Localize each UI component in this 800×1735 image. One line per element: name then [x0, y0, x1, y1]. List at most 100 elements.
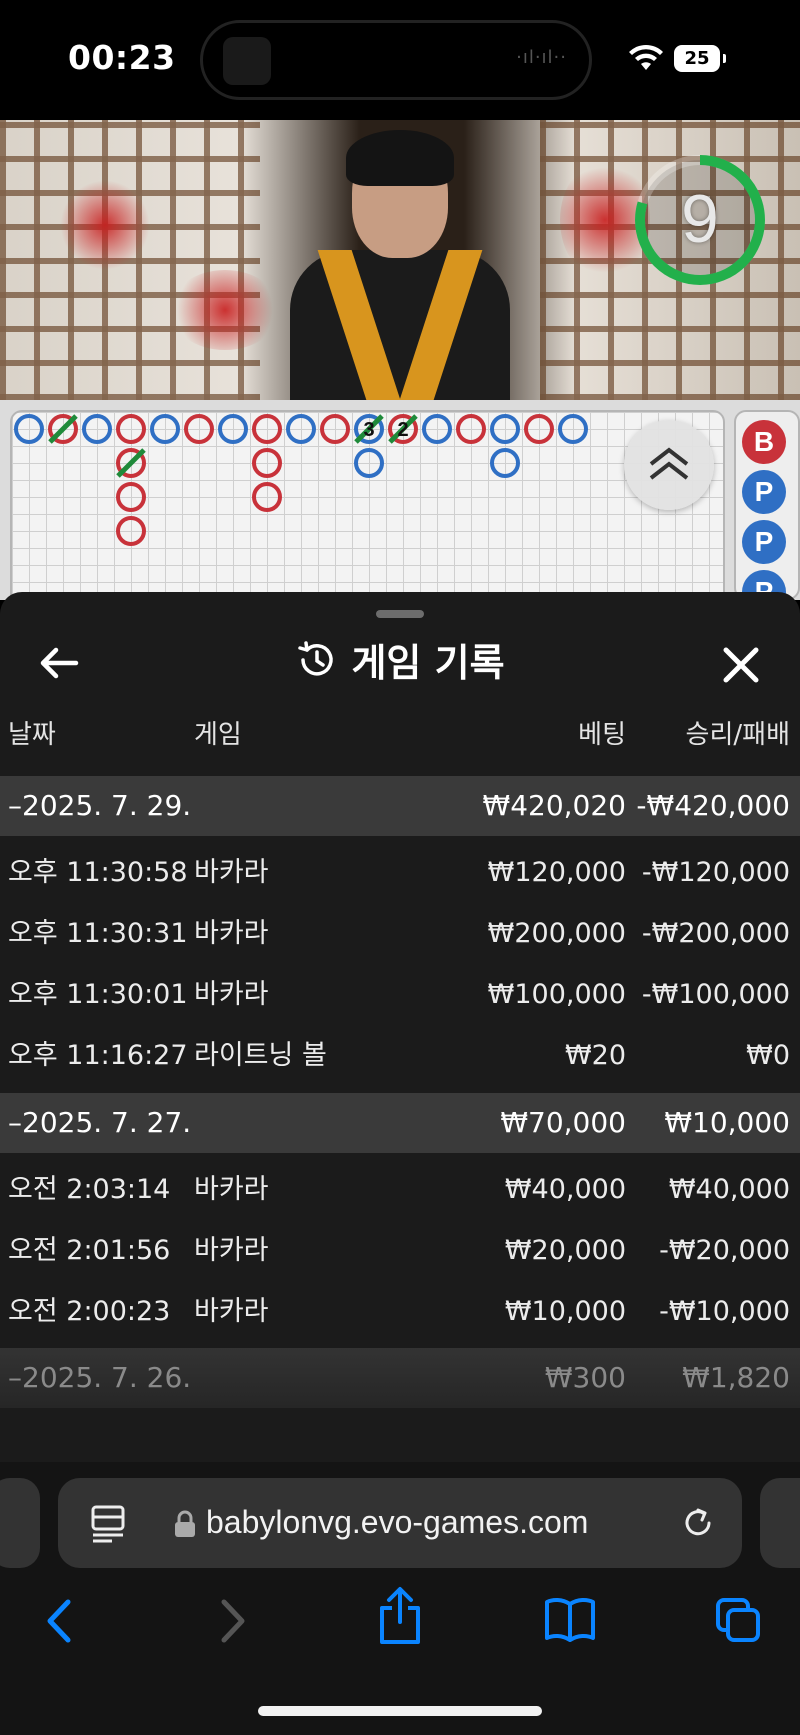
sheet-grabber[interactable] — [376, 610, 424, 618]
row-game: 바카라 — [194, 1174, 269, 1205]
player-bead — [14, 414, 44, 444]
activity-dots-icon: ·ıl·ıl·· — [516, 47, 567, 68]
row-time: 오전 2:03:14 — [8, 1174, 171, 1205]
row-game: 라이트닝 볼 — [194, 1040, 327, 1071]
next-tab-preview[interactable] — [760, 1478, 800, 1568]
row-time: 오후 11:30:01 — [8, 979, 188, 1010]
date-group-row[interactable]: –2025. 7. 27. ₩70,000 ₩10,000 — [0, 1093, 800, 1153]
home-indicator[interactable] — [258, 1706, 542, 1716]
group-result-total: ₩10,000 — [664, 1106, 790, 1139]
browser-bar: babylonvg.evo-games.com — [0, 1462, 800, 1735]
group-result-total: ₩1,820 — [682, 1361, 790, 1394]
sheet-header: 게임 기록 — [0, 632, 800, 692]
bookmarks-icon[interactable] — [544, 1596, 596, 1642]
row-bet: ₩100,000 — [487, 979, 626, 1010]
mini-road-chip: P — [742, 520, 786, 564]
date-group-row[interactable]: –2025. 7. 26. ₩300 ₩1,820 — [0, 1348, 800, 1408]
row-time: 오후 11:30:58 — [8, 857, 188, 888]
blossom-decoration — [60, 180, 150, 270]
wifi-icon — [629, 44, 663, 70]
battery-icon: 25 — [674, 45, 726, 72]
column-header-game[interactable]: 게임 — [194, 714, 242, 751]
player-bead — [150, 414, 180, 444]
banker-bead — [116, 482, 146, 512]
history-icon — [298, 640, 334, 676]
table-row[interactable]: 오전 2:01:56 바카라 ₩20,000 -₩20,000 — [0, 1220, 800, 1281]
row-time: 오전 2:00:23 — [8, 1296, 171, 1327]
dealer — [290, 130, 510, 400]
group-date: –2025. 7. 29. — [8, 789, 192, 822]
back-chevron-icon[interactable] — [42, 1596, 76, 1646]
group-bet-total: ₩70,000 — [500, 1106, 626, 1139]
mini-road-chip: P — [742, 470, 786, 514]
row-bet: ₩20,000 — [504, 1235, 626, 1266]
status-time: 00:23 — [68, 38, 176, 77]
column-header-bet[interactable]: 베팅 — [578, 714, 626, 751]
previous-tab-preview[interactable] — [0, 1478, 40, 1568]
page-menu-icon[interactable] — [90, 1503, 126, 1543]
countdown-number: 9 — [681, 181, 719, 257]
date-group-row[interactable]: –2025. 7. 29. ₩420,020 -₩420,000 — [0, 776, 800, 836]
tabs-icon[interactable] — [714, 1596, 764, 1644]
row-game: 바카라 — [194, 918, 269, 949]
column-header-date[interactable]: 날짜 — [8, 714, 56, 751]
row-result: -₩200,000 — [641, 918, 790, 949]
expand-scoreboard-button[interactable] — [624, 420, 714, 510]
table-row[interactable]: 오후 11:30:01 바카라 ₩100,000 -₩100,000 — [0, 964, 800, 1025]
group-date: –2025. 7. 27. — [8, 1106, 192, 1139]
row-time: 오전 2:01:56 — [8, 1235, 171, 1266]
row-bet: ₩40,000 — [504, 1174, 626, 1205]
reload-icon[interactable] — [680, 1505, 716, 1541]
tie-count-label: 3 — [363, 419, 374, 441]
player-bead — [490, 448, 520, 478]
row-game: 바카라 — [194, 1296, 269, 1327]
row-bet: ₩120,000 — [487, 857, 626, 888]
banker-bead — [184, 414, 214, 444]
blossom-decoration — [170, 270, 280, 350]
row-result: ₩40,000 — [668, 1174, 790, 1205]
banker-bead — [320, 414, 350, 444]
player-bead — [218, 414, 248, 444]
row-bet: ₩10,000 — [504, 1296, 626, 1327]
group-result-total: -₩420,000 — [636, 789, 790, 822]
column-header-result[interactable]: 승리/패배 — [686, 714, 790, 751]
player-bead — [82, 414, 112, 444]
table-header: 날짜 게임 베팅 승리/패배 — [0, 714, 800, 766]
banker-bead — [116, 414, 146, 444]
game-history-sheet: 게임 기록 날짜 게임 베팅 승리/패배 –2025. 7. 29. ₩420,… — [0, 592, 800, 1462]
dynamic-island: ·ıl·ıl·· — [200, 20, 592, 100]
row-result: -₩100,000 — [641, 979, 790, 1010]
banker-bead — [116, 516, 146, 546]
banker-bead — [252, 448, 282, 478]
group-bet-total: ₩420,020 — [482, 789, 626, 822]
table-row[interactable]: 오후 11:30:31 바카라 ₩200,000 -₩200,000 — [0, 903, 800, 964]
group-date: –2025. 7. 26. — [8, 1361, 192, 1394]
row-game: 바카라 — [194, 857, 269, 888]
table-row[interactable]: 오후 11:30:58 바카라 ₩120,000 -₩120,000 — [0, 842, 800, 903]
address-bar[interactable]: babylonvg.evo-games.com — [58, 1478, 742, 1568]
bead-road-canvas: 32 — [14, 414, 588, 546]
table-row[interactable]: 오후 11:16:27 라이트닝 볼 ₩20 ₩0 — [0, 1025, 800, 1086]
forward-chevron-icon[interactable] — [216, 1596, 250, 1646]
player-bead — [422, 414, 452, 444]
mini-road-chip: B — [742, 420, 786, 464]
player-bead — [354, 448, 384, 478]
close-icon[interactable] — [714, 638, 768, 692]
row-bet: ₩20 — [564, 1040, 626, 1071]
player-bead — [490, 414, 520, 444]
bead-road: 32 — [10, 410, 725, 610]
camera-icon — [223, 37, 271, 85]
table-row[interactable]: 오전 2:00:23 바카라 ₩10,000 -₩10,000 — [0, 1281, 800, 1342]
row-time: 오후 11:16:27 — [8, 1040, 188, 1071]
sheet-title: 게임 기록 — [351, 641, 505, 685]
share-icon[interactable] — [376, 1586, 424, 1646]
row-time: 오후 11:30:31 — [8, 918, 188, 949]
row-game: 바카라 — [194, 979, 269, 1010]
player-bead — [558, 414, 588, 444]
table-row[interactable]: 오전 2:03:14 바카라 ₩40,000 ₩40,000 — [0, 1159, 800, 1220]
live-video[interactable]: 9 — [0, 120, 800, 400]
chevron-double-up-icon — [649, 447, 689, 480]
row-result: -₩120,000 — [641, 857, 790, 888]
row-bet: ₩200,000 — [487, 918, 626, 949]
banker-bead — [524, 414, 554, 444]
